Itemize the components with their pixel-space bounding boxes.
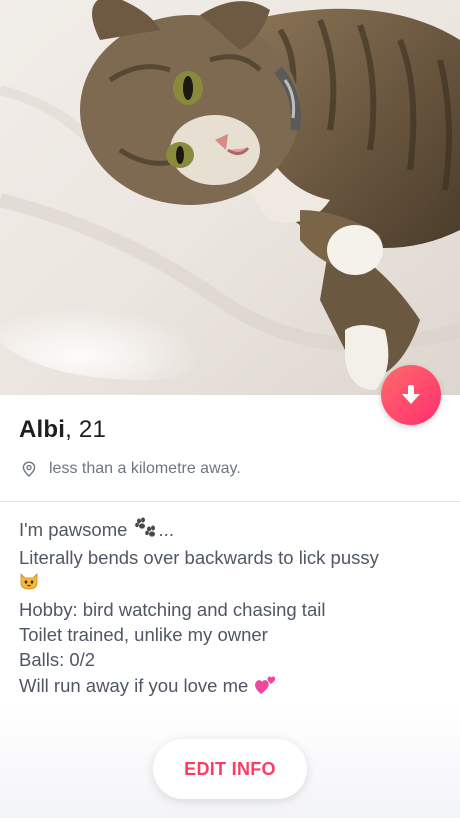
profile-screen: Albi, 21 less than a kilometre away. I'm…: [0, 0, 460, 818]
bio-line-5: Toilet trained, unlike my owner: [19, 624, 268, 646]
edit-info-button[interactable]: EDIT INFO: [153, 739, 307, 799]
bio-line-1-suffix: ...: [158, 519, 174, 540]
age-separator: ,: [65, 416, 79, 443]
bio-line: Literally bends over backwards to lick p…: [19, 545, 444, 570]
bio-line: Balls: 0/2: [19, 647, 444, 672]
bio-line-7: Will run away if you love me: [19, 675, 254, 697]
profile-name: Albi: [19, 416, 66, 443]
bio-line-6: Balls: 0/2: [19, 649, 96, 671]
location-pin-icon: [22, 461, 36, 477]
cat-photo-illustration: [0, 0, 460, 395]
bio-line: I'm pawsome ...: [19, 517, 444, 545]
bio-line: Hobby: bird watching and chasing tail: [19, 597, 444, 622]
distance-row: less than a kilometre away.: [21, 460, 241, 478]
bio-line-4: Hobby: bird watching and chasing tail: [19, 599, 326, 621]
bio-line-2: Literally bends over backwards to lick p…: [19, 547, 379, 569]
section-divider: [0, 501, 460, 502]
bio-line: [19, 570, 444, 597]
distance-text: less than a kilometre away.: [49, 460, 241, 477]
two-hearts-emoji: [253, 672, 279, 702]
profile-photo[interactable]: [0, 0, 460, 395]
bio-line: Will run away if you love me: [19, 672, 444, 702]
bio-text: I'm pawsome ... Literally bends over bac…: [19, 517, 444, 702]
bio-line-1: I'm pawsome: [19, 519, 133, 540]
collapse-profile-button[interactable]: [381, 365, 441, 425]
profile-age: 21: [78, 416, 106, 443]
paw-prints-emoji: [133, 517, 159, 545]
arrow-down-icon: [402, 385, 420, 404]
bio-line: Toilet trained, unlike my owner: [19, 622, 444, 647]
cat-face-emoji: [19, 571, 39, 597]
profile-name-age: Albi, 21: [19, 416, 106, 444]
